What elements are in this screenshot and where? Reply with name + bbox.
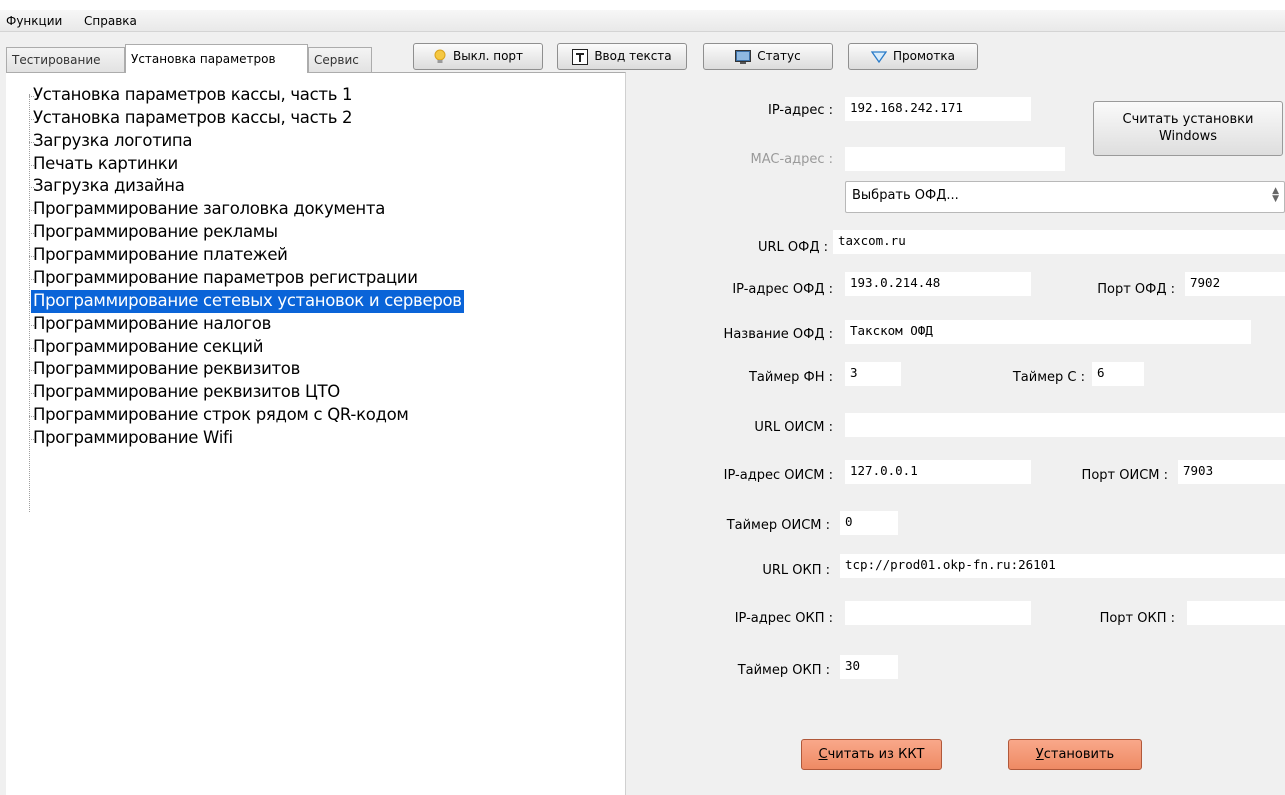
ip-okp-field[interactable] bbox=[845, 601, 1031, 625]
tree-item[interactable]: Программирование секций bbox=[31, 336, 265, 359]
status-label: Статус bbox=[757, 49, 801, 63]
tree-connector bbox=[29, 94, 30, 512]
ip-oism-field[interactable]: 127.0.0.1 bbox=[845, 460, 1031, 484]
timer-c-label: Таймер С : bbox=[1012, 370, 1085, 385]
tree-item[interactable]: Установка параметров кассы, часть 2 bbox=[31, 107, 354, 130]
tree-item[interactable]: Программирование реквизитов ЦТО bbox=[31, 381, 342, 404]
text-t-icon bbox=[572, 48, 589, 65]
url-oism-label: URL ОИСМ : bbox=[754, 420, 833, 435]
lightbulb-icon bbox=[433, 49, 447, 65]
ofd-select[interactable]: Выбрать ОФД... ▲ ▼ bbox=[845, 181, 1285, 213]
timer-okp-field[interactable]: 30 bbox=[840, 655, 898, 679]
read-kkt-label: читать из ККТ bbox=[827, 747, 925, 762]
ip-label: IP-адрес : bbox=[768, 103, 833, 118]
text-input-label: Ввод текста bbox=[594, 49, 672, 63]
timer-fn-field[interactable]: 3 bbox=[845, 362, 901, 386]
menu-functions[interactable]: Функции bbox=[6, 14, 62, 28]
url-okp-field[interactable]: tcp://prod01.okp-fn.ru:26101 bbox=[840, 554, 1285, 578]
port-oism-label: Порт ОИСМ : bbox=[1081, 468, 1168, 483]
read-windows-line2: Windows bbox=[1158, 129, 1218, 144]
monitor-icon bbox=[735, 49, 752, 64]
port-off-label: Выкл. порт bbox=[452, 49, 524, 63]
port-ofd-field[interactable]: 7902 bbox=[1185, 272, 1285, 296]
mac-field[interactable] bbox=[845, 147, 1065, 171]
ip-oism-label: IP-адрес ОИСМ : bbox=[723, 468, 833, 483]
tree-item[interactable]: Загрузка логотипа bbox=[31, 130, 194, 153]
name-ofd-field[interactable]: Такском ОФД bbox=[845, 320, 1251, 344]
apply-label: становить bbox=[1043, 747, 1115, 762]
tree-item[interactable]: Программирование реквизитов bbox=[31, 358, 302, 381]
tab-service[interactable]: Сервис bbox=[308, 47, 372, 72]
timer-oism-field[interactable]: 0 bbox=[840, 511, 898, 535]
menu-bar: Функции Справка bbox=[0, 10, 1285, 32]
tree-item[interactable]: Программирование строк рядом с QR-кодом bbox=[31, 404, 411, 427]
read-kkt-mnemonic: С bbox=[818, 747, 828, 762]
url-okp-label: URL ОКП : bbox=[762, 563, 830, 578]
tree-item[interactable]: Программирование заголовка документа bbox=[31, 198, 387, 221]
feed-button[interactable]: Промотка bbox=[848, 43, 978, 70]
status-button[interactable]: Статус bbox=[703, 43, 833, 70]
port-okp-field[interactable] bbox=[1187, 601, 1285, 625]
url-ofd-field[interactable]: taxcom.ru bbox=[833, 230, 1285, 254]
feed-label: Промотка bbox=[893, 49, 955, 63]
ip-field[interactable]: 192.168.242.171 bbox=[845, 97, 1031, 121]
timer-c-field[interactable]: 6 bbox=[1092, 362, 1144, 386]
ip-ofd-field[interactable]: 193.0.214.48 bbox=[845, 272, 1031, 296]
read-from-kkt-button[interactable]: Считать из ККТ bbox=[801, 739, 942, 770]
read-windows-settings-button[interactable]: Считать установки Windows bbox=[1093, 101, 1283, 156]
tab-parameters[interactable]: Установка параметров bbox=[125, 44, 308, 73]
spin-arrows-icon: ▲ ▼ bbox=[1272, 186, 1279, 204]
port-ofd-label: Порт ОФД : bbox=[1097, 282, 1175, 297]
timer-oism-label: Таймер ОИСМ : bbox=[726, 518, 830, 533]
port-okp-label: Порт ОКП : bbox=[1099, 611, 1175, 626]
tree-item[interactable]: Программирование рекламы bbox=[31, 221, 280, 244]
tree-item[interactable]: Программирование платежей bbox=[31, 244, 290, 267]
port-off-button[interactable]: Выкл. порт bbox=[413, 43, 543, 70]
menu-help[interactable]: Справка bbox=[84, 14, 137, 28]
tree-item[interactable]: Программирование Wifi bbox=[31, 427, 235, 450]
tree-item[interactable]: Установка параметров кассы, часть 1 bbox=[31, 84, 354, 107]
ip-ofd-label: IP-адрес ОФД : bbox=[732, 282, 833, 297]
name-ofd-label: Название ОФД : bbox=[723, 327, 833, 342]
timer-okp-label: Таймер ОКП : bbox=[737, 663, 830, 678]
apply-button[interactable]: Установить bbox=[1008, 739, 1142, 770]
text-input-button[interactable]: Ввод текста bbox=[557, 43, 687, 70]
port-oism-field[interactable]: 7903 bbox=[1178, 460, 1285, 484]
ofd-select-value: Выбрать ОФД... bbox=[852, 188, 959, 203]
tree-item[interactable]: Программирование сетевых установок и сер… bbox=[31, 290, 464, 313]
ip-okp-label: IP-адрес ОКП : bbox=[734, 611, 833, 626]
triangle-down-icon bbox=[871, 50, 888, 63]
url-ofd-label: URL ОФД : bbox=[757, 240, 828, 255]
tree-item[interactable]: Программирование параметров регистрации bbox=[31, 267, 420, 290]
tree-item[interactable]: Программирование налогов bbox=[31, 313, 273, 336]
apply-mnemonic: У bbox=[1035, 747, 1044, 762]
tab-testing[interactable]: Тестирование bbox=[6, 47, 125, 72]
mac-label: MAC-адрес : bbox=[750, 152, 833, 167]
tree-item[interactable]: Печать картинки bbox=[31, 153, 180, 176]
url-oism-field[interactable] bbox=[845, 413, 1285, 437]
timer-fn-label: Таймер ФН : bbox=[748, 370, 833, 385]
read-windows-line1: Считать установки bbox=[1122, 112, 1254, 127]
tree-item[interactable]: Загрузка дизайна bbox=[31, 175, 187, 198]
window-top-strip bbox=[0, 0, 1285, 10]
